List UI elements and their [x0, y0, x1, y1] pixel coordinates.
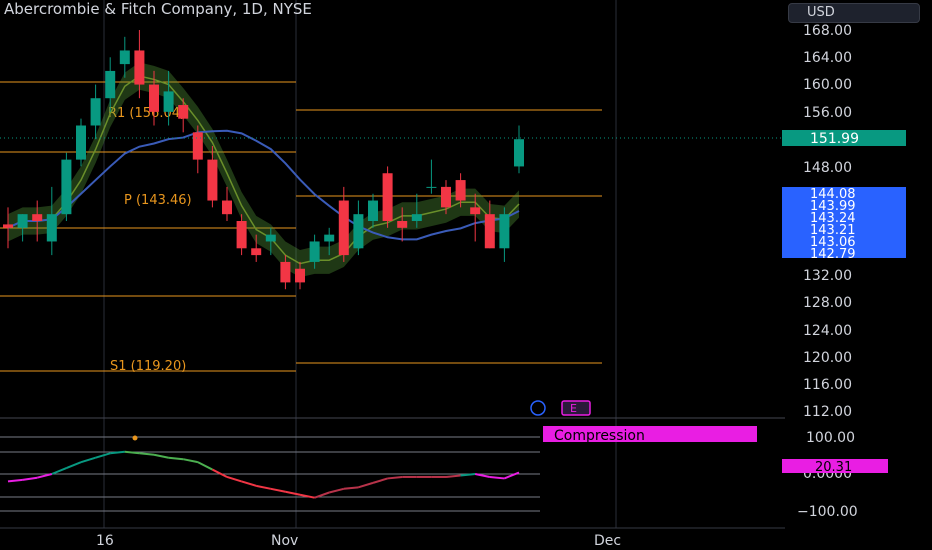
oscillator-line: [256, 484, 271, 490]
chart-canvas[interactable]: R1 (156.04)P (143.46)S1 (119.20)168.0016…: [0, 0, 932, 550]
oscillator-line: [80, 456, 96, 464]
oscillator-line: [504, 471, 520, 480]
oscillator-line: [343, 486, 359, 490]
candle-body: [90, 98, 101, 126]
candle-body: [178, 105, 189, 119]
candle-body: [280, 261, 291, 283]
price-tick-label: 128.00: [803, 295, 852, 311]
candle-body: [265, 234, 276, 242]
candle-body: [3, 224, 13, 228]
candle-body: [484, 214, 495, 249]
candle-body: [309, 241, 320, 262]
oscillator-line: [95, 452, 111, 459]
price-tick-label: 160.00: [803, 77, 852, 93]
price-tick-label: 116.00: [803, 377, 852, 393]
candle-body: [105, 70, 116, 99]
price-tick-label: 112.00: [803, 404, 852, 420]
candle-body: [17, 214, 28, 228]
candle-body: [411, 214, 422, 221]
price-tick-label: 164.00: [803, 50, 852, 66]
oscillator-line: [66, 461, 82, 470]
osc-signal-dot: [132, 435, 138, 441]
oscillator-line: [139, 452, 155, 456]
candle-body: [76, 125, 86, 160]
oscillator-line: [445, 474, 461, 478]
candle-body: [382, 173, 393, 221]
candle-body: [324, 234, 335, 242]
candle-body: [499, 214, 510, 249]
price-tick-label: 124.00: [803, 323, 852, 339]
candle-body: [163, 91, 174, 112]
candle-body: [236, 221, 247, 249]
osc-value: 20.31: [815, 460, 852, 475]
event-marker-icon: [530, 400, 546, 416]
oscillator-line: [36, 473, 53, 479]
oscillator-line: [241, 480, 257, 487]
candle-body: [149, 84, 159, 112]
oscillator-line: [7, 478, 23, 483]
price-tick-label: 156.00: [803, 105, 852, 121]
price-tick-label: 168.00: [803, 23, 852, 39]
price-tick-label: 120.00: [803, 350, 852, 366]
candle-body: [192, 132, 203, 160]
time-label: Nov: [271, 533, 298, 549]
candle-body: [397, 221, 408, 228]
chart-title: Abercrombie & Fitch Company, 1D, NYSE: [4, 0, 312, 18]
time-label: 16: [96, 533, 114, 549]
candle-body: [61, 159, 72, 215]
candle-body: [222, 200, 232, 215]
osc-tick-label: 100.00: [806, 430, 855, 446]
candle-body: [134, 50, 145, 85]
oscillator-line: [22, 476, 38, 481]
pivot-p-label: P (143.46): [124, 193, 192, 208]
compression-label: Compression: [554, 428, 645, 444]
oscillator-line: [372, 477, 388, 484]
oscillator-line: [270, 487, 286, 493]
candle-body: [368, 200, 378, 221]
candle-body: [514, 139, 524, 167]
pivot-s1-label: S1 (119.20): [110, 359, 186, 374]
oscillator-line: [328, 487, 345, 494]
oscillator-line: [211, 468, 228, 478]
oscillator-line: [153, 453, 169, 459]
ma-ribbon: [8, 62, 519, 278]
osc-tick-label: −100.00: [797, 504, 858, 520]
candle-body: [32, 214, 43, 221]
candle-body: [353, 214, 364, 249]
candle-body: [119, 50, 130, 65]
candle-body: [207, 159, 218, 201]
oscillator-line: [489, 475, 505, 480]
earnings-badge-label: E: [570, 402, 577, 415]
oscillator-line: [226, 476, 242, 483]
candle-body: [338, 200, 349, 256]
candle-body: [295, 268, 305, 283]
price-stack-value: 142.79: [810, 247, 856, 262]
current-price-value: 151.99: [810, 131, 859, 147]
candle-body: [455, 180, 466, 201]
currency-button[interactable]: USD: [788, 3, 920, 23]
candle-body: [426, 186, 437, 188]
price-tick-label: 148.00: [803, 160, 852, 176]
oscillator-line: [168, 456, 184, 461]
candle-body: [470, 207, 481, 215]
candle-body: [441, 186, 451, 208]
oscillator-line: [51, 467, 67, 475]
time-label: Dec: [594, 533, 621, 549]
oscillator-line: [183, 458, 198, 464]
oscillator-line: [197, 461, 213, 471]
oscillator-line: [358, 481, 374, 489]
candle-body: [46, 214, 57, 242]
candle-body: [251, 248, 262, 256]
price-tick-label: 132.00: [803, 268, 852, 284]
oscillator-line: [387, 475, 403, 480]
oscillator-line: [285, 490, 301, 496]
